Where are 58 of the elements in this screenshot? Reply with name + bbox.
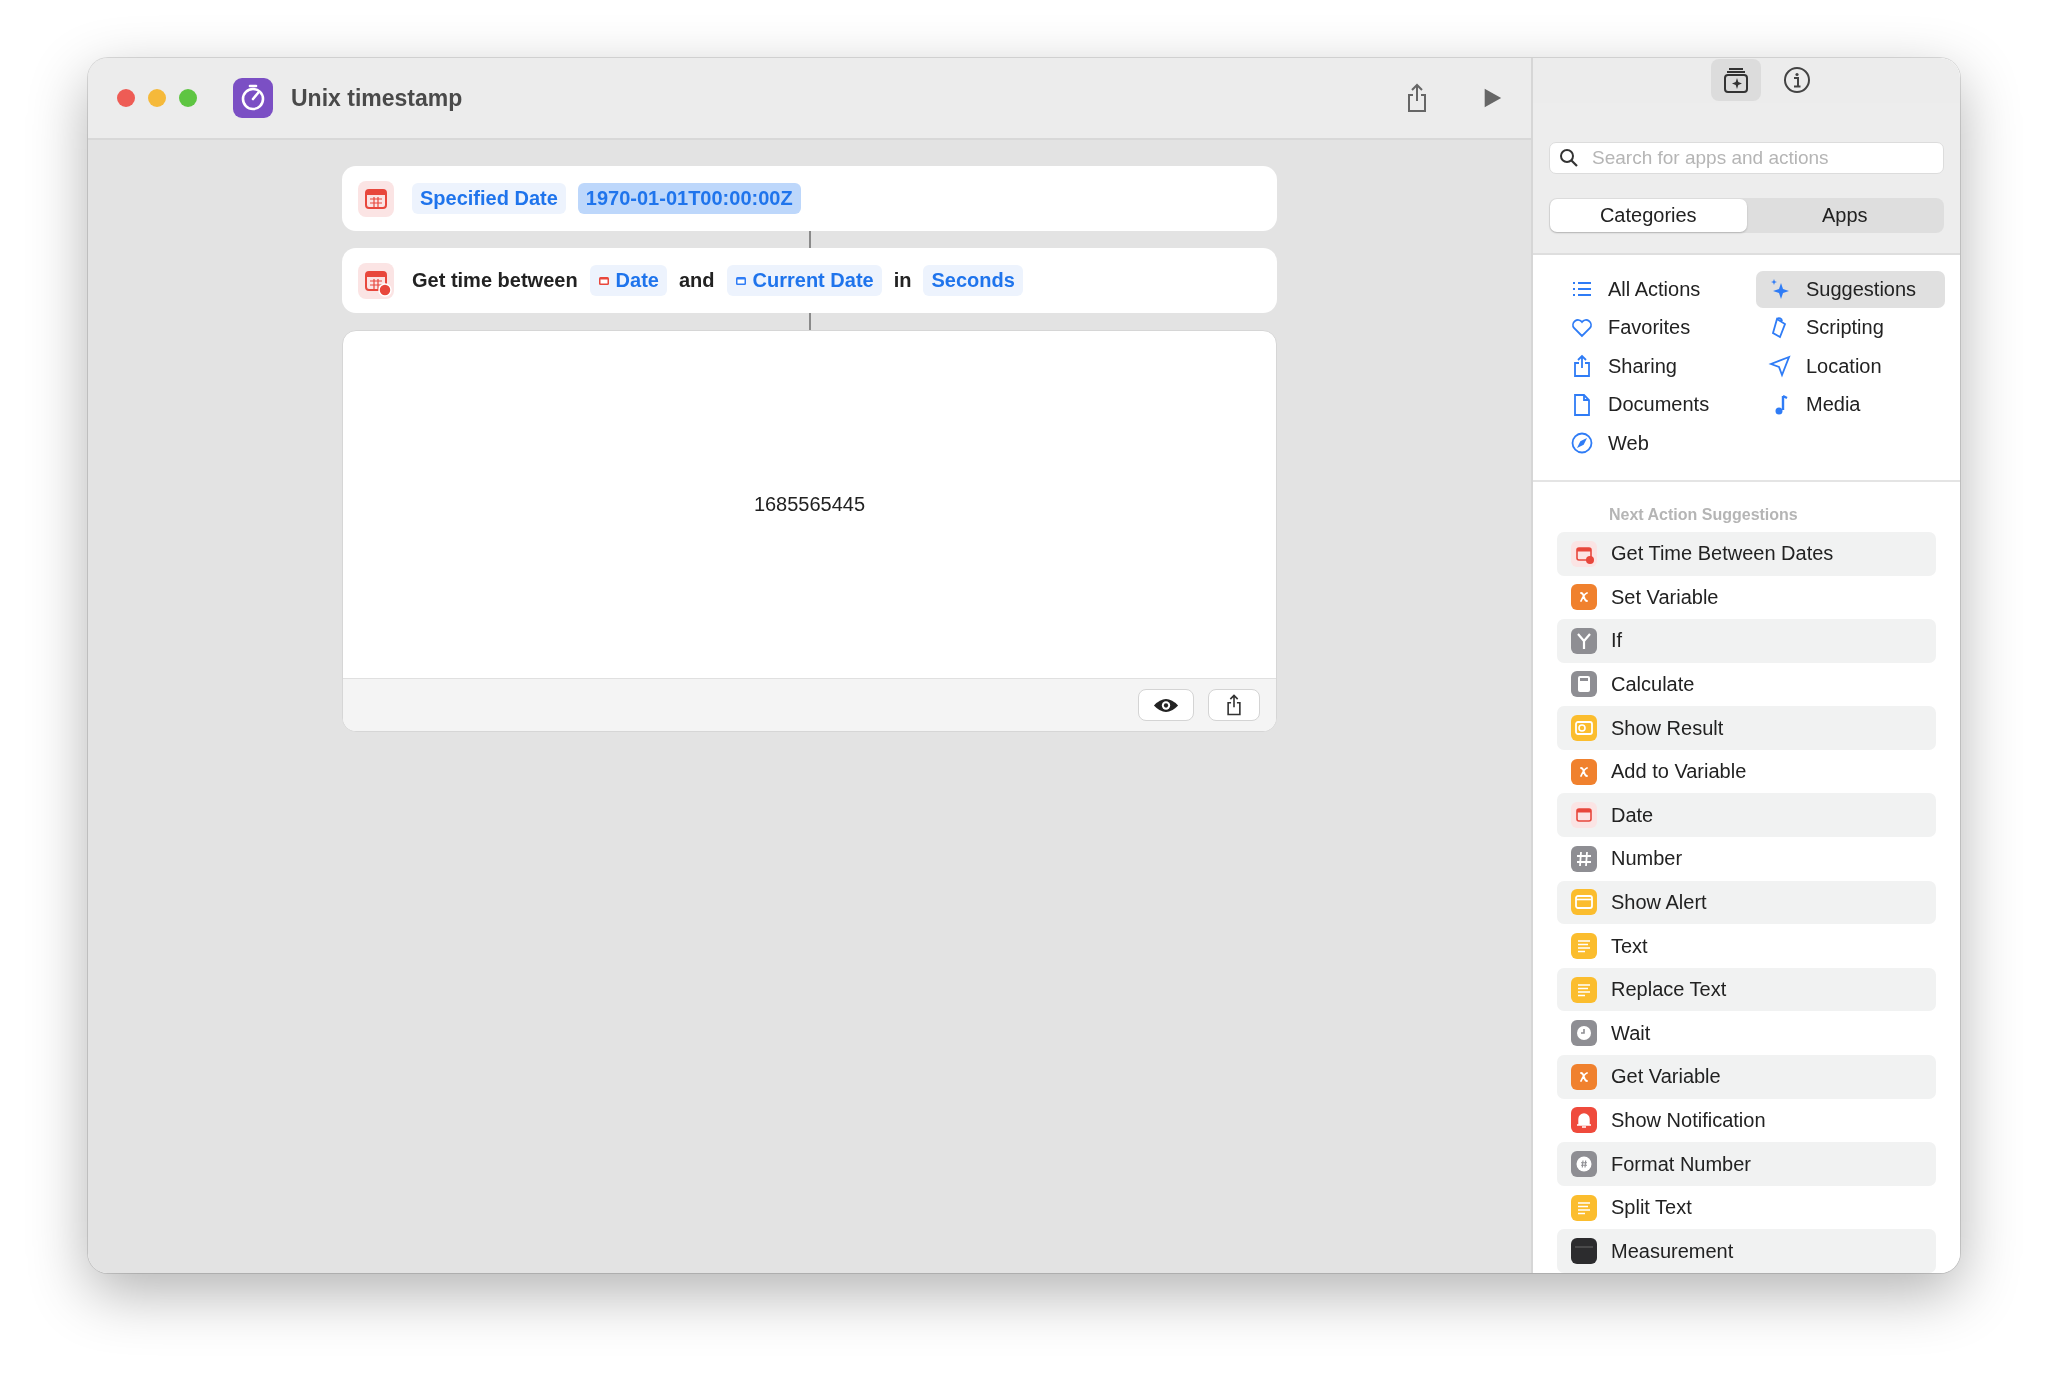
action-text: Get time between [412,269,578,292]
suggestion-item[interactable]: Number [1557,837,1936,881]
suggestion-item[interactable]: Text [1557,924,1936,968]
suggestion-item[interactable]: Replace Text [1557,967,1936,1012]
suggestion-item[interactable]: Get Variable [1557,1055,1936,1099]
category-item[interactable]: Documents [1558,386,1756,424]
suggestion-item[interactable]: If [1557,619,1936,663]
suggestion-item[interactable]: Set Variable [1557,575,1936,620]
suggestion-item[interactable]: Measurement [1557,1229,1936,1273]
share-icon [1225,694,1243,716]
category-item[interactable]: Favorites [1558,309,1756,347]
segment-tab[interactable]: Apps [1746,198,1943,232]
action-text: in [893,269,912,292]
action-card[interactable]: Specified Date 1970-01-01T00:00:00Z [342,166,1277,231]
suggestion-item[interactable]: Format Number [1557,1142,1936,1186]
close-button[interactable] [117,89,135,107]
category-item[interactable]: Sharing [1558,347,1756,385]
compass-icon [1570,431,1594,456]
action-text: and [678,269,715,292]
calendar-icon [597,274,610,287]
eye-icon [1153,696,1179,714]
parameter-token[interactable]: Specified Date [412,183,566,214]
action-library-button[interactable] [1710,59,1761,102]
section-header: Next Action Suggestions [1608,504,1799,525]
share-button[interactable] [1208,689,1260,721]
preview-button[interactable] [1138,689,1194,721]
suggestion-item[interactable]: Wait [1557,1011,1936,1056]
library-icon [1721,66,1750,95]
variable-token[interactable]: Date [589,265,667,296]
arrow-icon [1768,354,1792,379]
search-icon [1559,147,1579,168]
window-title: Unix timestamp [291,84,463,112]
action-card[interactable]: Get time between Date and Current Date in Seconds [342,248,1277,313]
suggestion-item[interactable]: Calculate [1557,662,1936,707]
timer-app-icon [233,78,273,118]
category-item[interactable]: Web [1558,424,1756,462]
suggestion-item[interactable]: Get Time Between Dates [1557,531,1936,576]
calendar-icon [358,180,394,217]
share-icon[interactable] [1405,83,1429,113]
suggestion-item[interactable]: Show Alert [1557,880,1936,925]
category-item[interactable]: All Actions [1558,270,1756,308]
category-item[interactable]: Scripting [1756,309,1945,347]
suggestion-item[interactable]: Split Text [1557,1185,1936,1230]
calendar-clock-icon [358,262,394,299]
category-item[interactable]: Suggestions [1756,270,1945,308]
parameter-token[interactable]: Seconds [923,265,1023,296]
result-value: 1685565445 [753,493,866,516]
category-item[interactable]: Location [1756,347,1945,385]
search-field[interactable]: Search for apps and actions [1549,141,1944,174]
info-icon[interactable] [1782,66,1811,95]
suggestion-item[interactable]: Date [1557,793,1936,838]
suggestion-item[interactable]: Add to Variable [1557,749,1936,794]
calendar-icon [734,274,747,287]
suggestion-item[interactable]: Show Notification [1557,1098,1936,1143]
variable-token[interactable]: Current Date [726,265,882,296]
category-item[interactable]: Media [1756,386,1945,424]
segment-tab[interactable]: Categories [1550,198,1747,232]
suggestion-item[interactable]: Show Result [1557,706,1936,750]
